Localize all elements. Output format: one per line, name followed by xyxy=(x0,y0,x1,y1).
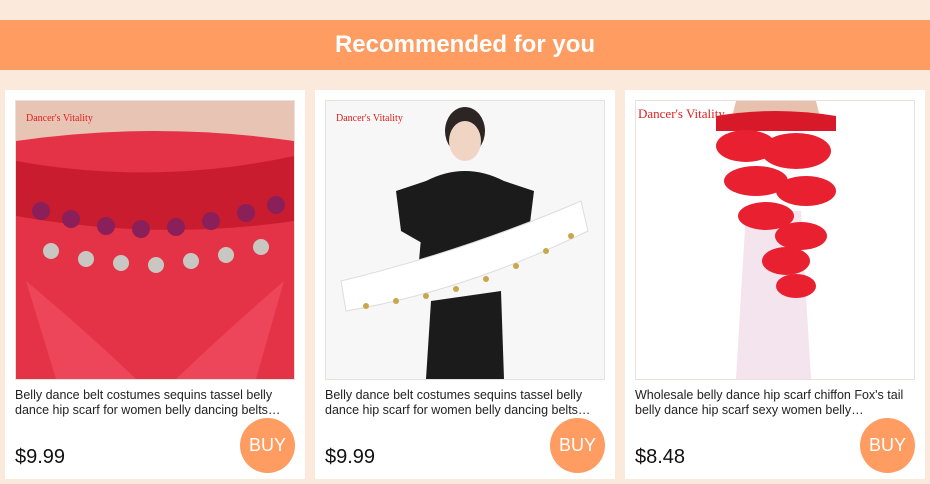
product-card[interactable]: Dancer's Vitality Wholesale belly dance … xyxy=(625,90,925,479)
product-card[interactable]: Dancer's Vitality Belly dance belt costu… xyxy=(5,90,305,479)
recommended-banner: Recommended for you xyxy=(0,20,930,70)
product-title[interactable]: Belly dance belt costumes sequins tassel… xyxy=(325,388,607,417)
buy-button[interactable]: BUY xyxy=(860,418,915,473)
buy-button[interactable]: BUY xyxy=(550,418,605,473)
product-title[interactable]: Belly dance belt costumes sequins tassel… xyxy=(15,388,297,417)
buy-button[interactable]: BUY xyxy=(240,418,295,473)
product-price: $9.99 xyxy=(15,446,66,468)
product-price: $8.48 xyxy=(635,446,686,468)
brand-logo: Dancer's Vitality xyxy=(336,113,403,124)
section-title: Recommended for you xyxy=(334,31,596,58)
product-price: $9.99 xyxy=(325,446,376,468)
brand-logo: Dancer's Vitality xyxy=(26,113,93,124)
product-image[interactable]: Dancer's Vitality xyxy=(15,100,295,380)
product-image[interactable]: Dancer's Vitality xyxy=(325,100,605,380)
product-title[interactable]: Wholesale belly dance hip scarf chiffon … xyxy=(635,388,917,417)
product-card[interactable]: Dancer's Vitality Belly dance belt costu… xyxy=(315,90,615,479)
product-image[interactable]: Dancer's Vitality xyxy=(635,100,915,380)
brand-logo: Dancer's Vitality xyxy=(638,106,725,121)
